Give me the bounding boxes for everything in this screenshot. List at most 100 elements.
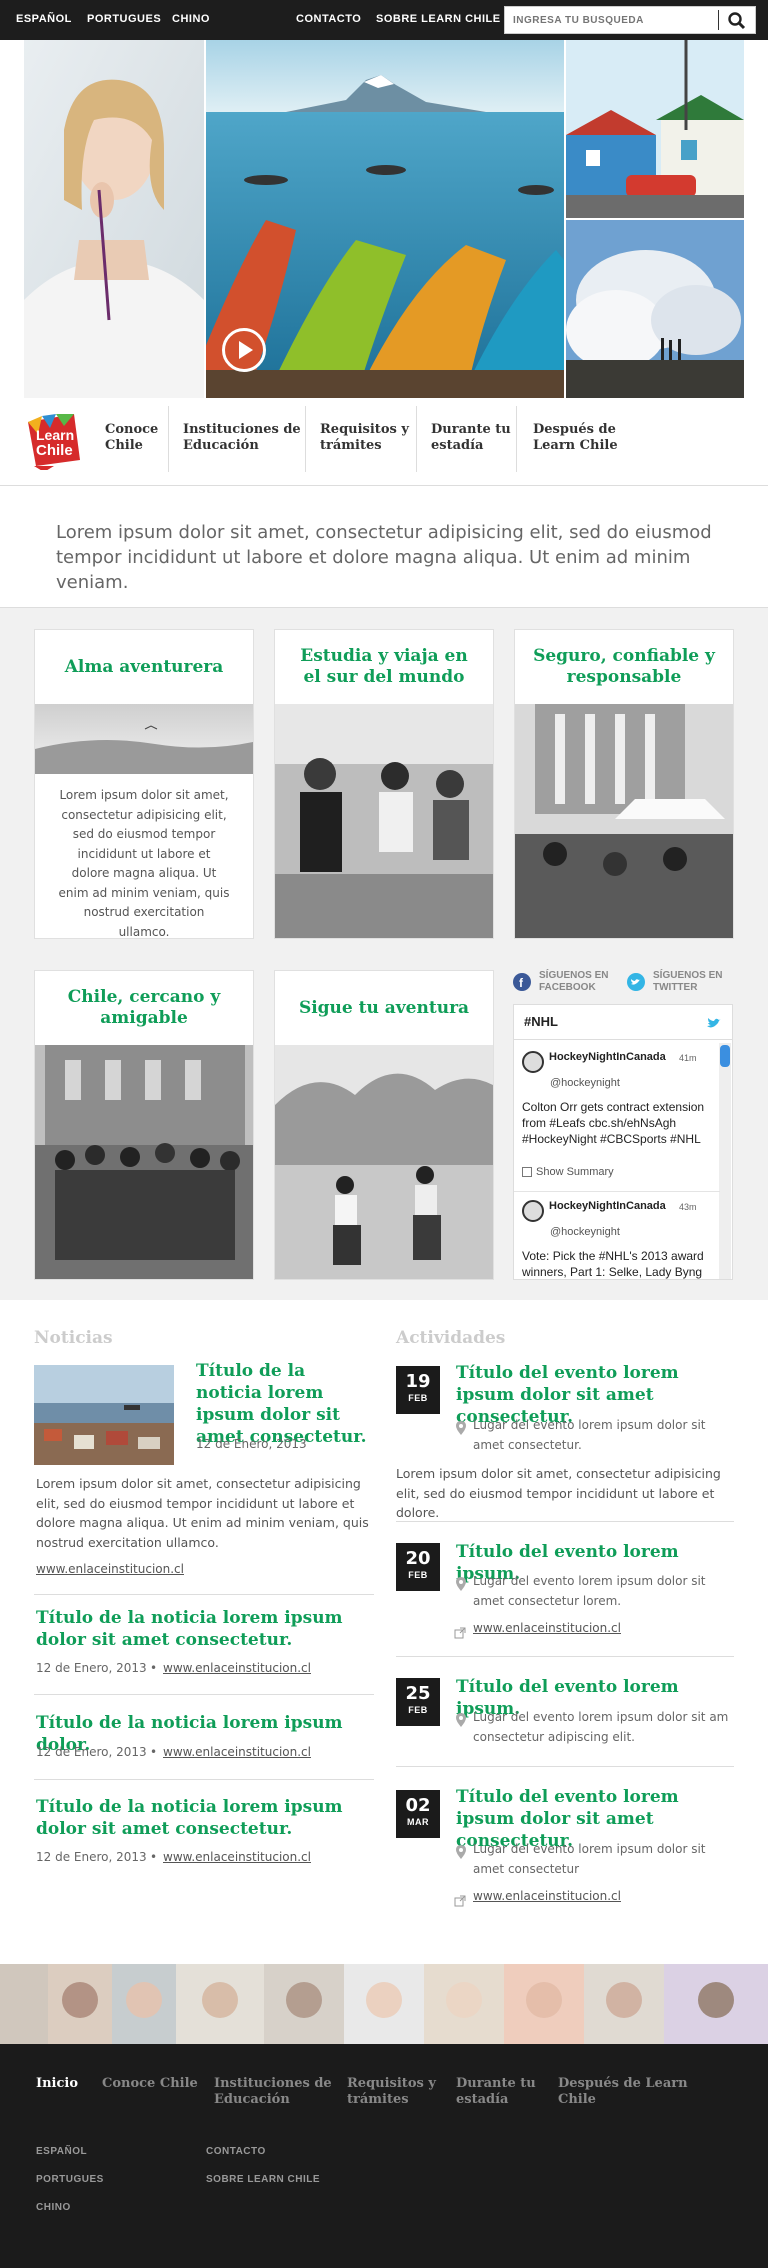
lang-portugues-link[interactable]: PORTUGUES bbox=[87, 13, 161, 25]
event-day: 19 bbox=[405, 1371, 431, 1392]
news-item-title[interactable]: Título de la noticia lorem ipsum dolor s… bbox=[36, 1607, 376, 1651]
tweet-handle: @hockeynight bbox=[550, 1077, 620, 1089]
summary-icon bbox=[522, 1167, 532, 1177]
event-place: Lugar del evento lorem ipsum dolor sit a… bbox=[473, 1574, 706, 1608]
card-image bbox=[515, 704, 733, 940]
footer: Inicio Conoce Chile Instituciones de Educ… bbox=[0, 2044, 768, 2268]
event-day: 20 bbox=[405, 1548, 431, 1569]
twitter-hashtag: #NHL bbox=[524, 1014, 558, 1029]
event-place: Lugar del evento lorem ipsum dolor sit a… bbox=[473, 1418, 706, 1452]
tweet-time: 41m bbox=[679, 1053, 697, 1063]
card-chile-cercano[interactable]: Chile, cercano y amigable bbox=[34, 970, 254, 1280]
location-pin-icon bbox=[456, 1576, 466, 1591]
event-place: Lugar del evento lorem ipsum dolor sit a… bbox=[473, 1842, 706, 1876]
card-seguro-confiable[interactable]: Seguro, confiable y responsable bbox=[514, 629, 734, 939]
meta-bullet: • bbox=[150, 1661, 158, 1675]
news-item-title[interactable]: Título de la noticia lorem ipsum dolor s… bbox=[36, 1796, 376, 1840]
event-divider bbox=[396, 1766, 734, 1767]
lang-chino-link[interactable]: CHINO bbox=[172, 13, 210, 25]
meta-bullet: • bbox=[150, 1745, 158, 1759]
nav-durante[interactable]: Durante tu estadía bbox=[431, 422, 511, 454]
footer-nav-durante[interactable]: Durante tu estadía bbox=[456, 2076, 536, 2108]
tweet-avatar bbox=[522, 1200, 544, 1222]
learn-chile-logo[interactable]: Learn Chile bbox=[24, 410, 84, 472]
nav-line2: estadía bbox=[431, 438, 484, 453]
footer-lang-espanol[interactable]: ESPAÑOL bbox=[36, 2146, 87, 2157]
nav-conoce-chile[interactable]: Conoce Chile bbox=[105, 422, 158, 454]
logo-word-chile: Chile bbox=[36, 442, 73, 459]
twitter-bird-icon bbox=[706, 1015, 722, 1034]
tweet-author: HockeyNightInCanada bbox=[549, 1051, 666, 1063]
widget-scroll-thumb[interactable] bbox=[720, 1045, 730, 1067]
hero-photo-student bbox=[24, 40, 204, 398]
news-item-link[interactable]: www.enlaceinstitucion.cl bbox=[163, 1745, 311, 1759]
footer-nav-conoce-chile[interactable]: Conoce Chile bbox=[102, 2076, 198, 2092]
nav-despues[interactable]: Después de Learn Chile bbox=[533, 422, 618, 454]
event-day: 25 bbox=[405, 1683, 431, 1704]
top-bar: ESPAÑOL PORTUGUES CHINO CONTACTO SOBRE L… bbox=[0, 0, 768, 40]
news-featured-date: 12 de Enero, 2013 bbox=[196, 1437, 307, 1451]
news-item-link[interactable]: www.enlaceinstitucion.cl bbox=[163, 1850, 311, 1864]
card-sigue-aventura[interactable]: Sigue tu aventura bbox=[274, 970, 494, 1280]
nav-instituciones[interactable]: Instituciones de Educación bbox=[183, 422, 301, 454]
news-featured-link[interactable]: www.enlaceinstitucion.cl bbox=[36, 1562, 184, 1576]
show-summary-link[interactable]: Show Summary bbox=[536, 1166, 614, 1178]
news-divider bbox=[34, 1594, 374, 1595]
tweet-item[interactable]: HockeyNightInCanada 41m @hockeynight Col… bbox=[514, 1043, 720, 1191]
nav-line1: Después de bbox=[533, 422, 616, 437]
card-title: Chile, cercano y amigable bbox=[67, 987, 221, 1028]
card-estudia-viaja[interactable]: Estudia y viaja en el sur del mundo bbox=[274, 629, 494, 939]
footer-nav-requisitos[interactable]: Requisitos y trámites bbox=[347, 2076, 436, 2108]
nav-line2: Learn Chile bbox=[533, 438, 618, 453]
sobre-learn-chile-link[interactable]: SOBRE LEARN CHILE bbox=[376, 13, 501, 25]
tweet-item[interactable]: HockeyNightInCanada 43m @hockeynight Vot… bbox=[514, 1191, 720, 1279]
event-date-badge: 19 FEB bbox=[396, 1366, 440, 1414]
news-item-link[interactable]: www.enlaceinstitucion.cl bbox=[163, 1661, 311, 1675]
news-featured-image[interactable] bbox=[34, 1365, 174, 1465]
nav-divider bbox=[416, 406, 417, 472]
footer-nav-line1: Durante tu bbox=[456, 2076, 536, 2091]
card-alma-aventurera[interactable]: Alma aventurera Lorem ipsum dolor sit am… bbox=[34, 629, 254, 939]
news-featured-title[interactable]: Título de la noticia lorem ipsum dolor s… bbox=[196, 1360, 376, 1448]
event-link[interactable]: www.enlaceinstitucion.cl bbox=[473, 1621, 621, 1635]
tweet-avatar bbox=[522, 1051, 544, 1073]
footer-lang-portugues[interactable]: PORTUGUES bbox=[36, 2174, 104, 2185]
footer-nav-despues[interactable]: Después de Learn Chile bbox=[558, 2076, 688, 2108]
footer-nav-inicio[interactable]: Inicio bbox=[36, 2076, 78, 2092]
lang-espanol-link[interactable]: ESPAÑOL bbox=[16, 13, 72, 25]
facebook-icon: f bbox=[513, 973, 531, 991]
nav-line1: Instituciones de bbox=[183, 422, 301, 437]
event-date-badge: 25 FEB bbox=[396, 1678, 440, 1726]
search-input[interactable] bbox=[505, 7, 715, 33]
contacto-link[interactable]: CONTACTO bbox=[296, 13, 361, 25]
video-play-icon[interactable] bbox=[222, 328, 266, 372]
news-featured-text: Lorem ipsum dolor sit amet, consectetur … bbox=[36, 1476, 369, 1550]
footer-sobre-link[interactable]: SOBRE LEARN CHILE bbox=[206, 2174, 320, 2185]
footer-lang-chino[interactable]: CHINO bbox=[36, 2202, 71, 2213]
footer-nav-instituciones[interactable]: Instituciones de Educación bbox=[214, 2076, 332, 2108]
event-date-badge: 20 FEB bbox=[396, 1543, 440, 1591]
hero-photo-geysers bbox=[566, 220, 744, 398]
tweet-text: Vote: Pick the #NHL's 2013 award winners… bbox=[522, 1249, 704, 1279]
nav-line1: Durante tu bbox=[431, 422, 511, 437]
footer-contacto-link[interactable]: CONTACTO bbox=[206, 2146, 266, 2157]
footer-nav-line2: estadía bbox=[456, 2092, 509, 2107]
hero-photo-houses bbox=[566, 40, 744, 218]
location-pin-icon bbox=[456, 1420, 466, 1435]
meta-bullet: • bbox=[150, 1850, 158, 1864]
event-link[interactable]: www.enlaceinstitucion.cl bbox=[473, 1889, 621, 1903]
widget-scrollbar[interactable] bbox=[719, 1043, 731, 1279]
tweet-time: 43m bbox=[679, 1202, 697, 1212]
search-icon[interactable] bbox=[727, 11, 747, 31]
community-faces-strip bbox=[0, 1964, 768, 2044]
activities-heading: Actividades bbox=[396, 1328, 506, 1348]
card-title: Alma aventurera bbox=[64, 656, 224, 677]
nav-divider bbox=[516, 406, 517, 472]
nav-line2: Educación bbox=[183, 438, 259, 453]
footer-nav-line1: Instituciones de bbox=[214, 2076, 332, 2091]
external-link-icon bbox=[454, 1892, 466, 1907]
news-divider bbox=[34, 1779, 374, 1780]
event-month: MAR bbox=[407, 1817, 429, 1827]
nav-requisitos[interactable]: Requisitos y trámites bbox=[320, 422, 409, 454]
news-divider bbox=[34, 1694, 374, 1695]
